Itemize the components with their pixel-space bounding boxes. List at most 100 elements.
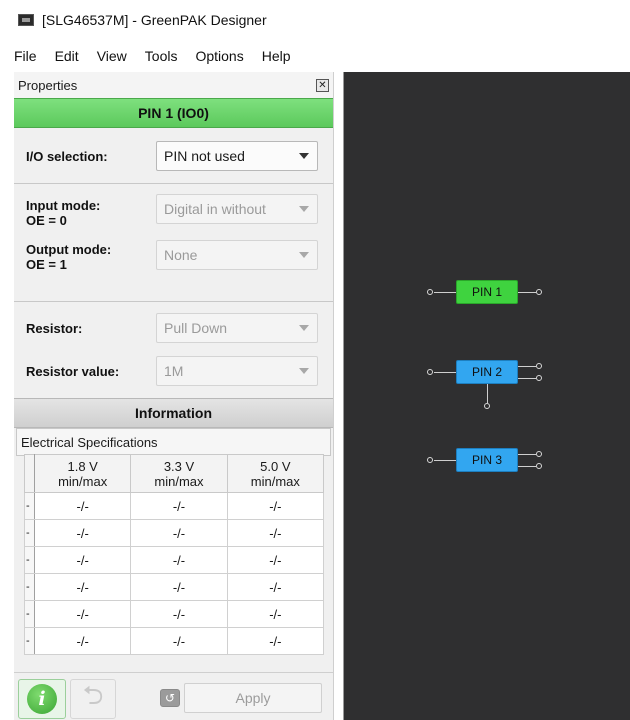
chevron-down-icon bbox=[299, 153, 309, 159]
undo-button[interactable]: ⮌ bbox=[70, 679, 116, 719]
close-icon[interactable]: ✕ bbox=[316, 78, 329, 92]
info-button[interactable]: i bbox=[18, 679, 66, 719]
chevron-down-icon bbox=[299, 325, 309, 331]
table-cell: -/- bbox=[130, 600, 228, 628]
table-row: - -/- -/- -/- bbox=[24, 627, 325, 655]
output-mode-dropdown[interactable]: None bbox=[156, 240, 318, 270]
row-header: - bbox=[24, 492, 35, 520]
table-cell: -/- bbox=[226, 492, 325, 520]
table-cell: -/- bbox=[226, 600, 325, 628]
input-mode-label-line1: Input mode: bbox=[26, 198, 101, 213]
input-mode-value: Digital in without bbox=[164, 201, 266, 217]
input-mode-label: Input mode: OE = 0 bbox=[26, 198, 156, 228]
table-cell: -/- bbox=[33, 573, 132, 601]
menu-options[interactable]: Options bbox=[195, 48, 243, 64]
pin2-oe-port[interactable] bbox=[484, 403, 490, 409]
output-mode-label-line1: Output mode: bbox=[26, 242, 112, 257]
menu-help[interactable]: Help bbox=[262, 48, 291, 64]
table-cell: -/- bbox=[226, 519, 325, 547]
resistor-value: Pull Down bbox=[164, 320, 228, 336]
pin3-output-port-upper[interactable] bbox=[536, 451, 542, 457]
information-header[interactable]: Information bbox=[14, 398, 333, 428]
output-mode-value: None bbox=[164, 247, 198, 263]
menu-edit[interactable]: Edit bbox=[55, 48, 79, 64]
pin1-label: PIN 1 bbox=[471, 285, 502, 299]
table-cell: -/- bbox=[33, 600, 132, 628]
menu-bar: File Edit View Tools Options Help bbox=[0, 40, 630, 72]
io-selection-value: PIN not used bbox=[164, 148, 245, 164]
properties-panel: Properties ✕ PIN 1 (IO0) I/O selection: … bbox=[14, 72, 334, 720]
pin2-block[interactable]: PIN 2 bbox=[456, 360, 518, 384]
window-title: [SLG46537M] - GreenPAK Designer bbox=[42, 12, 267, 28]
table-row: - -/- -/- -/- bbox=[24, 573, 325, 601]
pin1-block[interactable]: PIN 1 bbox=[456, 280, 518, 304]
mode-section: Input mode: OE = 0 Digital in without Ou… bbox=[14, 194, 333, 302]
properties-dock-header: Properties ✕ bbox=[14, 72, 333, 98]
undo-icon: ⮌ bbox=[82, 680, 104, 710]
table-cell: -/- bbox=[130, 627, 228, 655]
pin3-output-wire-lower bbox=[518, 466, 536, 467]
table-cell: -/- bbox=[226, 627, 325, 655]
table-cell: -/- bbox=[33, 519, 132, 547]
input-mode-label-line2: OE = 0 bbox=[26, 213, 67, 228]
pin3-label: PIN 3 bbox=[471, 453, 502, 467]
table-header-5v0: 5.0 Vmin/max bbox=[226, 454, 325, 493]
properties-dock-title: Properties bbox=[18, 77, 78, 93]
input-mode-dropdown[interactable]: Digital in without bbox=[156, 194, 318, 224]
pin1-output-port[interactable] bbox=[536, 289, 542, 295]
pin2-output-port-upper[interactable] bbox=[536, 363, 542, 369]
pin3-block[interactable]: PIN 3 bbox=[456, 448, 518, 472]
table-cell: -/- bbox=[226, 573, 325, 601]
apply-button[interactable]: Apply bbox=[184, 683, 322, 713]
table-cell: -/- bbox=[226, 546, 325, 574]
pin2-input-port[interactable] bbox=[427, 369, 433, 375]
menu-file[interactable]: File bbox=[14, 48, 37, 64]
pin-title: PIN 1 (IO0) bbox=[14, 98, 333, 128]
pin2-input-wire bbox=[434, 372, 456, 373]
properties-button-bar: i ⮌ ↺ Apply bbox=[14, 672, 334, 720]
pin1-output-wire bbox=[518, 292, 536, 293]
table-row: - -/- -/- -/- bbox=[24, 546, 325, 574]
chevron-down-icon bbox=[299, 206, 309, 212]
table-corner bbox=[24, 454, 35, 493]
pin1-input-port[interactable] bbox=[427, 289, 433, 295]
table-cell: -/- bbox=[130, 519, 228, 547]
table-cell: -/- bbox=[130, 492, 228, 520]
row-header: - bbox=[24, 519, 35, 547]
row-header: - bbox=[24, 600, 35, 628]
pin2-output-wire-upper bbox=[518, 366, 536, 367]
table-row: - -/- -/- -/- bbox=[24, 519, 325, 547]
io-selection-dropdown[interactable]: PIN not used bbox=[156, 141, 318, 171]
schematic-canvas[interactable]: PIN 1 PIN 2 PIN 3 bbox=[343, 72, 630, 720]
table-cell: -/- bbox=[33, 546, 132, 574]
resistor-value-dropdown[interactable]: 1M bbox=[156, 356, 318, 386]
table-row: - -/- -/- -/- bbox=[24, 492, 325, 520]
table-header-row: 1.8 Vmin/max 3.3 Vmin/max 5.0 Vmin/max bbox=[24, 454, 325, 493]
io-selection-section: I/O selection: PIN not used bbox=[14, 128, 333, 184]
table-cell: -/- bbox=[130, 546, 228, 574]
pin2-output-port-lower[interactable] bbox=[536, 375, 542, 381]
table-row: - -/- -/- -/- bbox=[24, 600, 325, 628]
row-header: - bbox=[24, 546, 35, 574]
menu-tools[interactable]: Tools bbox=[145, 48, 178, 64]
resistor-label: Resistor: bbox=[26, 320, 83, 336]
pin2-oe-wire bbox=[487, 384, 488, 403]
revert-button[interactable]: ↺ bbox=[160, 689, 180, 707]
chevron-down-icon bbox=[299, 252, 309, 258]
io-selection-label: I/O selection: bbox=[26, 148, 108, 164]
resistor-dropdown[interactable]: Pull Down bbox=[156, 313, 318, 343]
info-icon: i bbox=[27, 684, 57, 714]
table-cell: -/- bbox=[33, 627, 132, 655]
table-cell: -/- bbox=[33, 492, 132, 520]
pin2-label: PIN 2 bbox=[471, 365, 502, 379]
menu-view[interactable]: View bbox=[97, 48, 127, 64]
electrical-specifications-table: 1.8 Vmin/max 3.3 Vmin/max 5.0 Vmin/max -… bbox=[24, 454, 325, 655]
pin3-output-port-lower[interactable] bbox=[536, 463, 542, 469]
pin1-input-wire bbox=[434, 292, 456, 293]
pin3-input-wire bbox=[434, 460, 456, 461]
pin3-input-port[interactable] bbox=[427, 457, 433, 463]
output-mode-label: Output mode: OE = 1 bbox=[26, 242, 156, 272]
output-mode-label-line2: OE = 1 bbox=[26, 257, 67, 272]
row-header: - bbox=[24, 573, 35, 601]
electrical-specifications-label: Electrical Specifications bbox=[16, 428, 331, 456]
